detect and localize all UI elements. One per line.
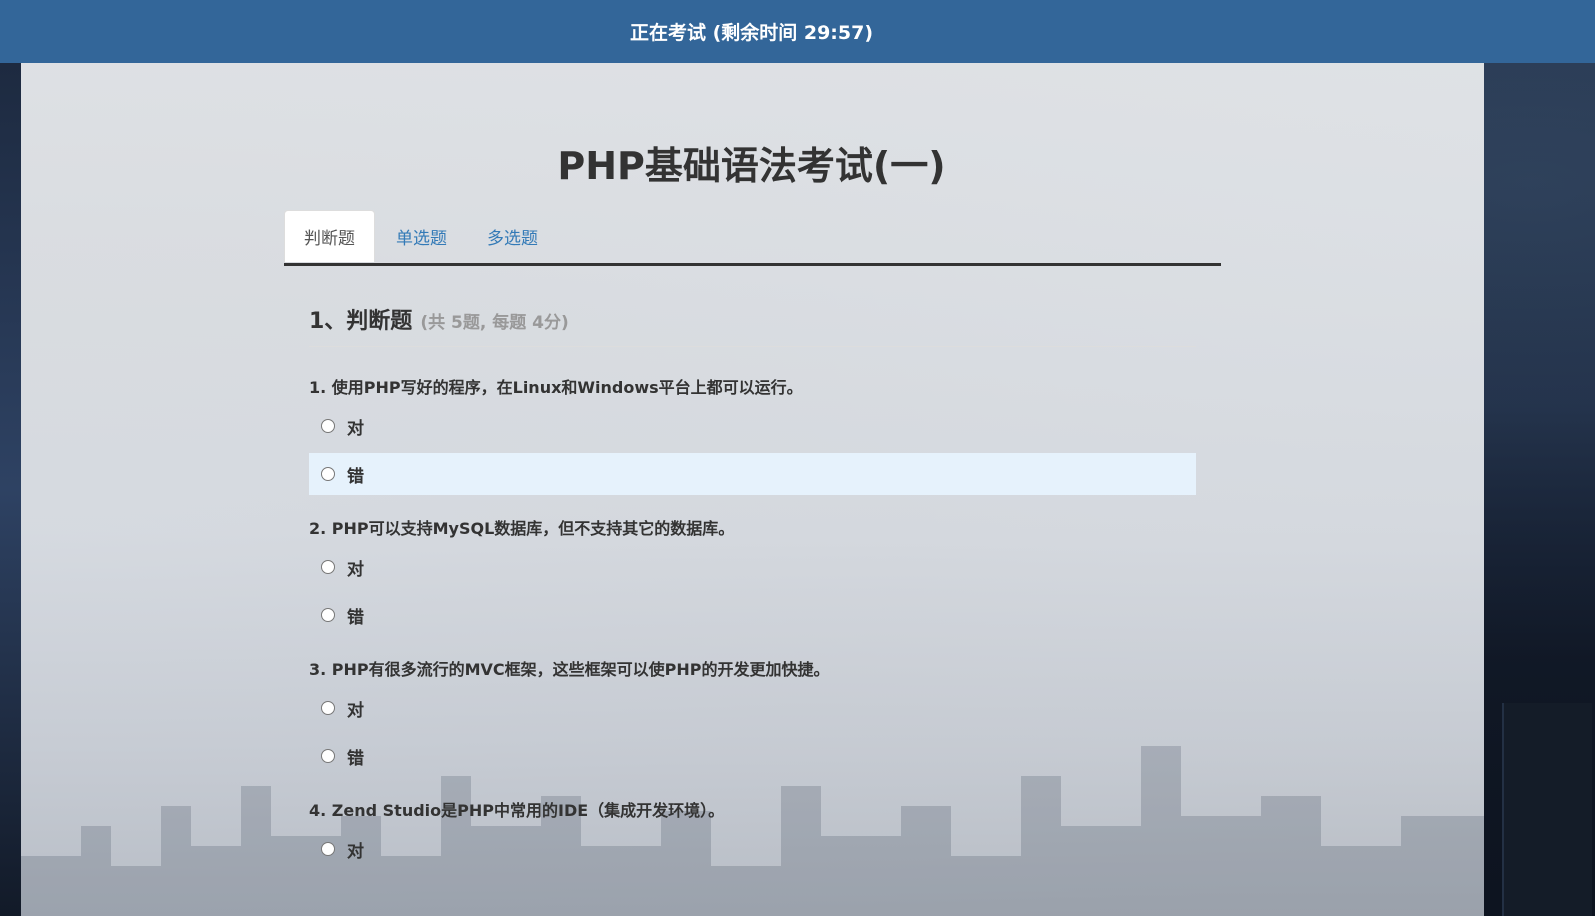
exam-status-text: 正在考试 (剩余时间 29:57) (629, 22, 874, 44)
tab-true-false[interactable]: 判断题 (284, 210, 375, 262)
question-text: 2. PHP可以支持MySQL数据库，但不支持其它的数据库。 (309, 519, 735, 538)
tab-multiple-choice[interactable]: 多选题 (468, 210, 557, 262)
option-true[interactable]: 对 (309, 828, 1196, 870)
question-2: 2. PHP可以支持MySQL数据库，但不支持其它的数据库。 对 错 (309, 512, 1196, 636)
background-scenery-left (0, 63, 21, 916)
exam-panel: PHP基础语法考试(一) 判断题 单选题 多选题 1、判断题 (共 5题, 每题… (21, 63, 1484, 916)
option-label: 对 (347, 418, 364, 439)
option-false[interactable]: 错 (309, 594, 1196, 636)
question-1: 1. 使用PHP写好的程序，在Linux和Windows平台上都可以运行。 对 … (309, 371, 1196, 495)
option-label: 对 (347, 700, 364, 721)
option-label: 错 (347, 607, 364, 628)
option-false[interactable]: 错 (309, 735, 1196, 777)
radio-button[interactable] (321, 560, 335, 574)
option-label: 对 (347, 559, 364, 580)
radio-button[interactable] (321, 419, 335, 433)
radio-button[interactable] (321, 467, 335, 481)
radio-button[interactable] (321, 842, 335, 856)
section-title: 1、判断题 (309, 309, 413, 334)
background-building (1502, 703, 1592, 916)
option-label: 错 (347, 748, 364, 769)
tab-single-choice[interactable]: 单选题 (377, 210, 466, 262)
radio-button[interactable] (321, 608, 335, 622)
radio-button[interactable] (321, 749, 335, 763)
exam-status-bar: 正在考试 (剩余时间 29:57) (0, 0, 1595, 63)
option-true[interactable]: 对 (309, 405, 1196, 447)
section-header: 1、判断题 (共 5题, 每题 4分) (309, 303, 1196, 347)
question-type-tabs: 判断题 单选题 多选题 (284, 210, 1221, 266)
question-text: 3. PHP有很多流行的MVC框架，这些框架可以使PHP的开发更加快捷。 (309, 660, 830, 679)
background-scenery-right (1484, 63, 1595, 916)
section-meta: (共 5题, 每题 4分) (420, 313, 569, 333)
option-false[interactable]: 错 (309, 453, 1196, 495)
exam-title: PHP基础语法考试(一) (557, 144, 946, 188)
question-4: 4. Zend Studio是PHP中常用的IDE（集成开发环境）。 对 (309, 794, 1196, 870)
option-true[interactable]: 对 (309, 687, 1196, 729)
radio-button[interactable] (321, 701, 335, 715)
question-text: 1. 使用PHP写好的程序，在Linux和Windows平台上都可以运行。 (309, 378, 803, 397)
option-label: 错 (347, 466, 364, 487)
true-false-section: 1、判断题 (共 5题, 每题 4分) 1. 使用PHP写好的程序，在Linux… (309, 303, 1196, 870)
question-text: 4. Zend Studio是PHP中常用的IDE（集成开发环境）。 (309, 801, 725, 820)
question-3: 3. PHP有很多流行的MVC框架，这些框架可以使PHP的开发更加快捷。 对 错 (309, 653, 1196, 777)
option-label: 对 (347, 841, 364, 862)
option-true[interactable]: 对 (309, 546, 1196, 588)
